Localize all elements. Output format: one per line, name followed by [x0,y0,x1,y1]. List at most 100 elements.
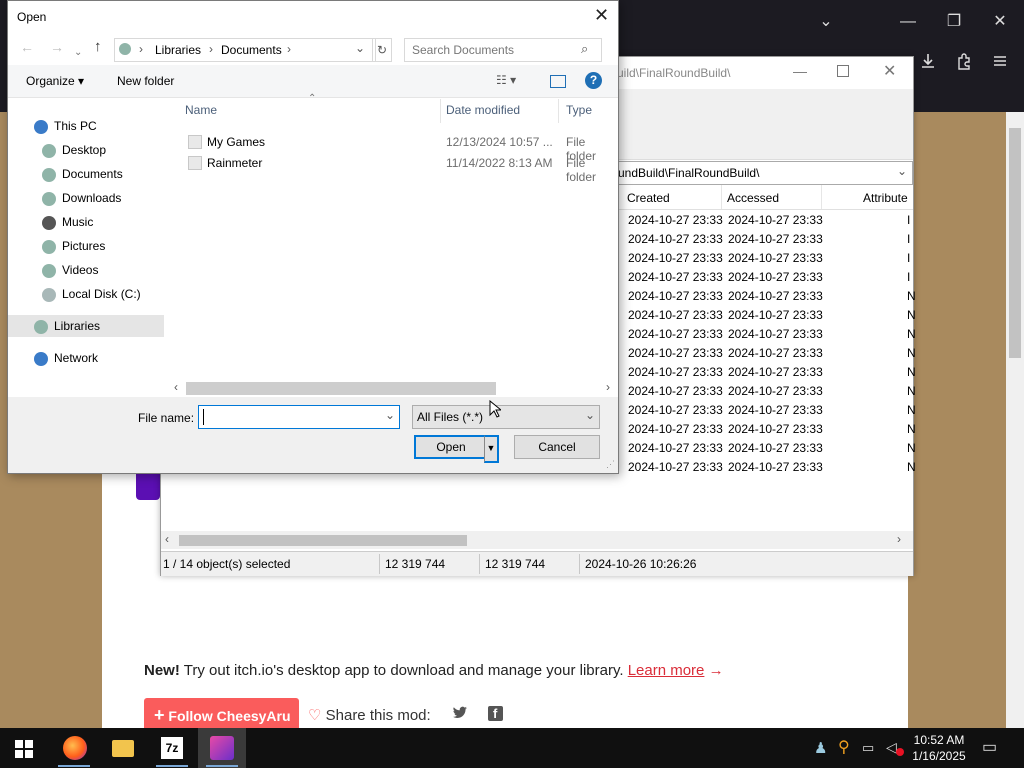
breadcrumb-libraries[interactable]: Libraries [155,43,201,57]
7zip-maximize-button[interactable] [837,65,849,77]
taskbar: 7z ♟ ⚲ ▭ ◁ 10:52 AM 1/16/2025 ▭ [0,728,1024,768]
game-taskbar-icon[interactable] [198,728,246,768]
tab-list-chevron-icon[interactable]: ⌄ [806,2,846,42]
nav-item-label: Music [62,215,94,229]
clock[interactable]: 10:52 AM 1/16/2025 [906,732,972,764]
row-attribute: N [907,422,916,436]
up-arrow-icon[interactable]: ↑ [94,38,102,55]
open-button[interactable]: Open [414,435,488,459]
new-folder-button[interactable]: New folder [117,74,174,88]
nav-item-desktop[interactable]: Desktop [42,139,106,161]
hscroll-right-icon[interactable]: › [606,380,610,394]
nav-item-network[interactable]: Network [34,347,98,369]
column-name[interactable]: Name [185,103,217,117]
tray-search-icon[interactable]: ⚲ [838,737,850,757]
follow-label: Follow CheesyAru [168,708,291,724]
dialog-hscroll-thumb[interactable] [186,382,496,395]
nav-item-videos[interactable]: Videos [42,259,98,281]
folder-icon [188,156,202,170]
7zip-taskbar-icon[interactable]: 7z [148,728,196,768]
nav-item-icon [34,119,48,134]
recent-chevron-icon[interactable]: ⌄ [74,47,82,58]
volume-muted-icon[interactable]: ◁ [886,739,897,756]
promo-text: Try out itch.io's desktop app to downloa… [179,662,628,679]
help-icon[interactable]: ? [585,72,602,89]
chevron-down-icon[interactable]: ⌄ [897,164,907,178]
nav-item-documents[interactable]: Documents [42,163,123,185]
action-center-icon[interactable]: ▭ [982,737,997,757]
preview-pane-icon[interactable] [550,75,566,88]
cancel-button[interactable]: Cancel [514,435,600,459]
browser-minimize-button[interactable]: — [888,2,928,42]
row-attribute: I [907,251,911,265]
7zip-hscroll-thumb[interactable] [179,535,467,546]
col-created[interactable]: Created [621,185,722,209]
dialog-hscroll[interactable]: ‹ › [172,379,618,397]
row-accessed: 2024-10-27 23:33 [728,213,823,227]
network-icon[interactable]: ▭ [862,740,874,756]
7zip-minimize-button[interactable]: — [793,63,807,79]
browser-maximize-button[interactable]: ❐ [934,2,974,42]
file-row[interactable]: Rainmeter 11/14/2022 8:13 AM File folder [172,152,618,184]
resize-grip-icon[interactable]: ⋰ [606,459,615,470]
facebook-icon[interactable]: f [488,706,503,721]
row-created: 2024-10-27 23:33 [628,308,723,322]
page-scroll-thumb[interactable] [1009,128,1021,358]
scroll-right-icon[interactable]: › [897,532,901,546]
firefox-taskbar-icon[interactable] [50,728,98,768]
filter-chevron-down-icon[interactable]: ⌄ [585,408,595,422]
file-explorer-taskbar-icon[interactable] [98,728,146,768]
file-type-select[interactable]: All Files (*.*) ⌄ [412,405,600,429]
nav-item-downloads[interactable]: Downloads [42,187,121,209]
nav-item-local-disk-c[interactable]: Local Disk (C:) [42,283,141,305]
breadcrumb-documents[interactable]: Documents [221,43,282,57]
organize-label: Organize [26,74,75,88]
file-name: My Games [207,135,266,149]
hscroll-left-icon[interactable]: ‹ [174,380,178,394]
nav-item-music[interactable]: Music [42,211,93,233]
nav-item-pictures[interactable]: Pictures [42,235,105,257]
filename-input[interactable]: ⌄ [198,405,400,429]
follow-button[interactable]: + Follow CheesyAru [144,698,299,732]
refresh-icon[interactable]: ↻ [372,38,392,62]
learn-more-link[interactable]: Learn more [628,662,705,679]
menu-icon[interactable] [982,46,1018,82]
extensions-icon[interactable] [946,46,982,82]
open-split-dropdown-icon[interactable]: ▼ [484,435,499,463]
search-icon[interactable]: ⌕ [581,41,588,57]
download-icon[interactable] [910,46,946,82]
col-attribute[interactable]: Attribute [857,185,923,209]
plus-icon: + [154,705,165,725]
nav-item-label: Pictures [62,239,106,253]
file-row[interactable]: My Games 12/13/2024 10:57 ... File folder [172,131,618,163]
nav-item-label: Documents [62,167,123,181]
7zip-close-button[interactable]: ✕ [883,61,896,81]
column-type[interactable]: Type [566,103,592,117]
browser-close-button[interactable]: ✕ [980,2,1020,42]
organize-menu[interactable]: Organize ▾ [26,74,84,88]
mouse-pointer-icon [489,400,501,418]
nav-item-label: Videos [62,263,99,277]
address-chevron-down-icon[interactable]: ⌄ [355,41,365,55]
col-accessed[interactable]: Accessed [721,185,822,209]
row-attribute: N [907,308,916,322]
row-attribute: N [907,365,916,379]
breadcrumb[interactable]: › Libraries › Documents › ⌄ [114,38,376,62]
filename-chevron-down-icon[interactable]: ⌄ [385,408,395,422]
twitter-icon[interactable] [452,706,468,720]
navigation-pane: This PC Desktop Documents Downloads Music Pic… [8,97,168,369]
column-date-modified[interactable]: Date modified [446,103,520,117]
nav-item-this-pc[interactable]: This PC [34,115,97,137]
scroll-left-icon[interactable]: ‹ [165,532,169,546]
forward-arrow-icon[interactable]: → [50,39,64,55]
search-input[interactable]: Search Documents ⌕ [404,38,602,62]
heart-icon[interactable]: ♡ [308,707,321,724]
view-options-icon[interactable]: ☷ ▾ [496,73,516,87]
start-button[interactable] [0,728,48,768]
folder-icon [188,135,202,149]
row-created: 2024-10-27 23:33 [628,460,723,474]
close-icon[interactable]: ✕ [594,5,609,26]
nav-item-libraries[interactable]: Libraries [34,315,100,337]
tray-user-icon[interactable]: ♟ [814,739,827,757]
back-arrow-icon[interactable]: ← [20,39,34,55]
